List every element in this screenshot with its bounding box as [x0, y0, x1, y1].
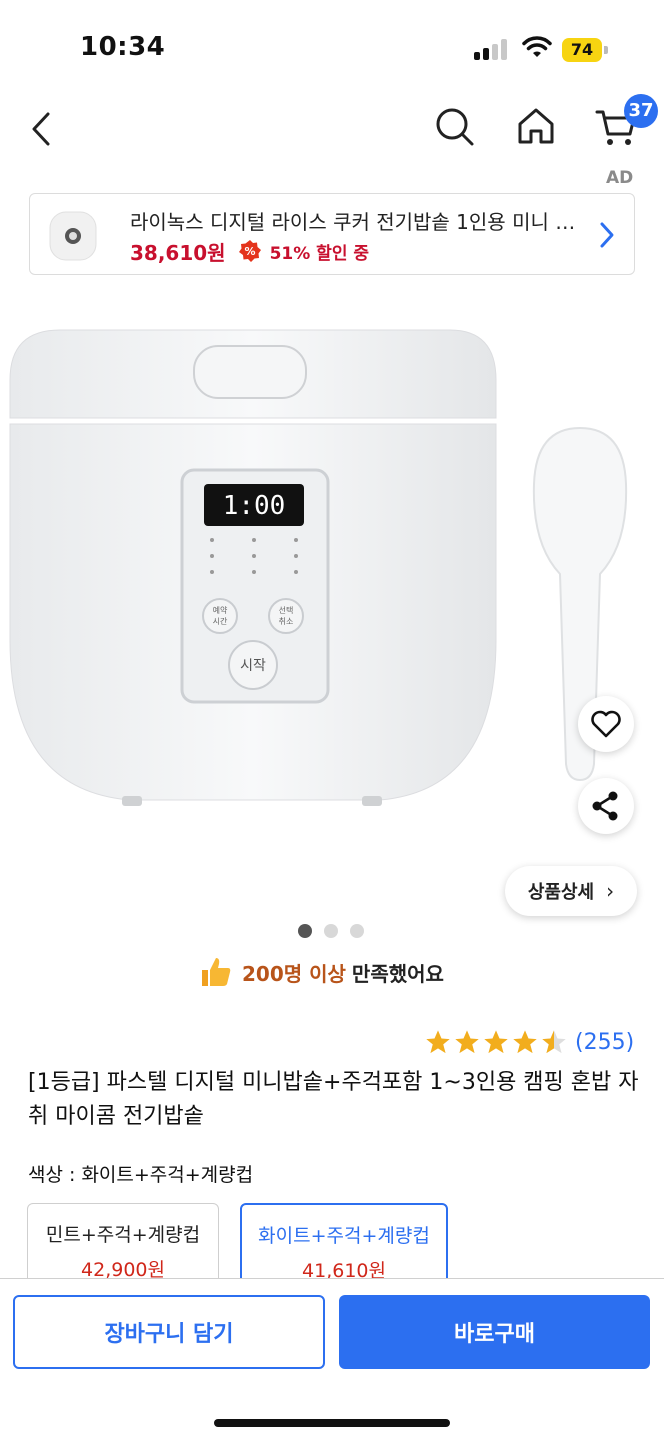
- chevron-right-icon: [600, 222, 614, 248]
- cooker-btn-left-1: 예약: [213, 605, 228, 615]
- cooker-display: 1:00: [223, 491, 286, 521]
- option-label: 색상 : 화이트+주걱+계량컵: [28, 1164, 254, 1186]
- home-indicator: [214, 1419, 450, 1427]
- ad-price-row: 38,610원 % 51% 할인 중: [130, 238, 370, 265]
- share-icon: [592, 791, 618, 821]
- bottom-action-bar: 장바구니 담기 바로구매: [0, 1278, 664, 1440]
- carousel-dot[interactable]: [324, 924, 338, 938]
- product-detail-button[interactable]: 상품상세 ›: [505, 866, 637, 916]
- home-icon[interactable]: [514, 104, 558, 148]
- search-icon[interactable]: [432, 104, 476, 148]
- wifi-icon: [522, 36, 552, 57]
- product-detail-label: 상품상세: [527, 882, 595, 903]
- discount-badge-icon: %: [238, 240, 261, 262]
- heart-icon: [591, 710, 621, 738]
- share-button[interactable]: [578, 778, 634, 834]
- ad-label: AD: [606, 168, 634, 188]
- signal-icon: [474, 38, 508, 60]
- star-icon: [426, 1030, 450, 1054]
- product-title: [1등급] 파스텔 디지털 미니밥솥+주걱포함 1~3인용 캠핑 혼밥 자취 마…: [28, 1070, 639, 1129]
- battery-level: 74: [562, 38, 602, 62]
- add-to-cart-button[interactable]: 장바구니 담기: [13, 1295, 325, 1369]
- cooker-btn-right-2: 취소: [279, 617, 294, 626]
- svg-text:%: %: [244, 245, 255, 258]
- cart-count-badge[interactable]: 37: [624, 94, 658, 128]
- cooker-btn-start: 시작: [240, 658, 266, 674]
- satisfaction-count: 200명 이상: [242, 961, 346, 986]
- carousel-dot[interactable]: [298, 924, 312, 938]
- top-nav: [0, 96, 664, 160]
- review-count-link[interactable]: (255): [575, 1030, 634, 1055]
- star-icon: [455, 1030, 479, 1054]
- cooker-btn-right-1: 선택: [279, 605, 294, 615]
- buy-now-button[interactable]: 바로구매: [339, 1295, 650, 1369]
- rice-cooker-image: 1:00 예약 시간 선택 취소 시작: [9, 329, 497, 806]
- thumbs-up-icon: [202, 958, 231, 986]
- star-half-icon: [542, 1030, 566, 1054]
- wishlist-button[interactable]: [578, 696, 634, 752]
- battery-icon: 74: [562, 38, 608, 62]
- option-name: 민트+주걱+계량컵: [45, 1224, 201, 1246]
- option-name: 화이트+주걱+계량컵: [258, 1225, 430, 1247]
- ad-title: 라이녹스 디지털 라이스 쿠커 전기밥솥 1인용 미니 밥솥: [130, 210, 592, 234]
- ad-product-thumbnail: [49, 211, 97, 261]
- rating[interactable]: (255): [424, 1026, 634, 1058]
- star-icon: [513, 1030, 537, 1054]
- star-icon: [484, 1030, 508, 1054]
- status-time: 10:34: [80, 32, 166, 62]
- cooker-btn-left-2: 시간: [213, 616, 228, 626]
- ad-discount: 51% 할인 중: [269, 243, 370, 264]
- chevron-right-icon: ›: [606, 879, 615, 903]
- status-bar: 10:34 74: [0, 0, 664, 96]
- ad-banner[interactable]: 라이녹스 디지털 라이스 쿠커 전기밥솥 1인용 미니 밥솥 38,610원 %…: [29, 193, 635, 275]
- satisfaction-banner: 200명 이상 만족했어요: [198, 952, 444, 992]
- satisfaction-text: 만족했어요: [351, 961, 444, 986]
- product-image-carousel[interactable]: 1:00 예약 시간 선택 취소 시작 상품상세 ›: [0, 300, 664, 920]
- ad-price: 38,610원: [130, 240, 226, 265]
- back-icon[interactable]: [22, 104, 62, 152]
- carousel-dots: [298, 924, 364, 938]
- carousel-dot[interactable]: [350, 924, 364, 938]
